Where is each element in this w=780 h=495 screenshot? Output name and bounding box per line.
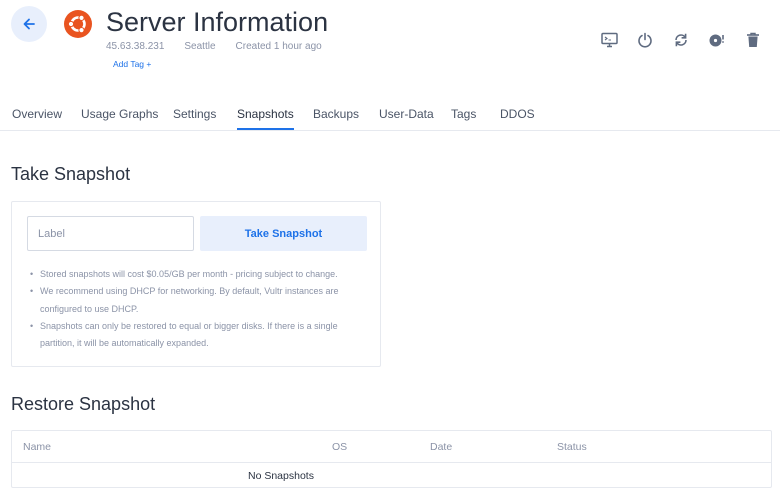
tab-overview[interactable]: Overview bbox=[12, 107, 62, 121]
server-toolbar bbox=[600, 31, 762, 49]
take-snapshot-button[interactable]: Take Snapshot bbox=[200, 216, 367, 251]
empty-state: No Snapshots bbox=[248, 470, 314, 482]
tab-snapshots[interactable]: Snapshots bbox=[237, 107, 294, 130]
column-date[interactable]: Date bbox=[430, 441, 452, 453]
take-snapshot-heading: Take Snapshot bbox=[11, 164, 131, 184]
note-pricing: Stored snapshots will cost $0.05/GB per … bbox=[29, 266, 374, 284]
console-icon bbox=[600, 32, 618, 48]
restore-snapshot-heading: Restore Snapshot bbox=[11, 394, 156, 414]
snapshot-label-input[interactable] bbox=[27, 216, 194, 251]
tab-user-data[interactable]: User-Data bbox=[379, 107, 434, 121]
note-restore: Snapshots can only be restored to equal … bbox=[29, 318, 374, 353]
tab-tags[interactable]: Tags bbox=[451, 107, 476, 121]
snapshots-table: Name OS Date Status No Snapshots bbox=[11, 430, 772, 488]
console-button[interactable] bbox=[600, 31, 618, 49]
table-header: Name OS Date Status bbox=[12, 431, 771, 463]
trash-icon bbox=[747, 32, 759, 47]
tab-usage-graphs[interactable]: Usage Graphs bbox=[81, 107, 158, 121]
tab-bar: Overview Usage Graphs Settings Snapshots… bbox=[0, 98, 780, 131]
arrow-left-icon bbox=[23, 18, 35, 30]
tab-ddos[interactable]: DDOS bbox=[500, 107, 535, 121]
page-title: Server Information bbox=[106, 7, 329, 37]
column-os[interactable]: OS bbox=[332, 441, 347, 453]
snapshot-notes: Stored snapshots will cost $0.05/GB per … bbox=[29, 266, 374, 352]
tab-backups[interactable]: Backups bbox=[313, 107, 359, 121]
power-button[interactable] bbox=[636, 31, 654, 49]
power-icon bbox=[638, 32, 652, 48]
server-ip: 45.63.38.231 bbox=[106, 41, 165, 52]
back-button[interactable] bbox=[11, 6, 47, 42]
column-status[interactable]: Status bbox=[557, 441, 587, 453]
tab-settings[interactable]: Settings bbox=[173, 107, 216, 121]
take-snapshot-panel: Take Snapshot Stored snapshots will cost… bbox=[11, 201, 381, 367]
delete-button[interactable] bbox=[744, 31, 762, 49]
server-meta: 45.63.38.231 Seattle Created 1 hour ago bbox=[106, 41, 322, 52]
note-dhcp: We recommend using DHCP for networking. … bbox=[29, 283, 374, 318]
restart-icon bbox=[675, 33, 687, 47]
column-name[interactable]: Name bbox=[23, 441, 51, 453]
disc-icon bbox=[709, 34, 724, 47]
iso-button[interactable] bbox=[708, 31, 726, 49]
ubuntu-logo-icon bbox=[64, 10, 92, 38]
restart-button[interactable] bbox=[672, 31, 690, 49]
add-tag-link[interactable]: Add Tag + bbox=[113, 59, 151, 69]
server-created: Created 1 hour ago bbox=[235, 41, 322, 52]
server-location: Seattle bbox=[184, 41, 216, 52]
